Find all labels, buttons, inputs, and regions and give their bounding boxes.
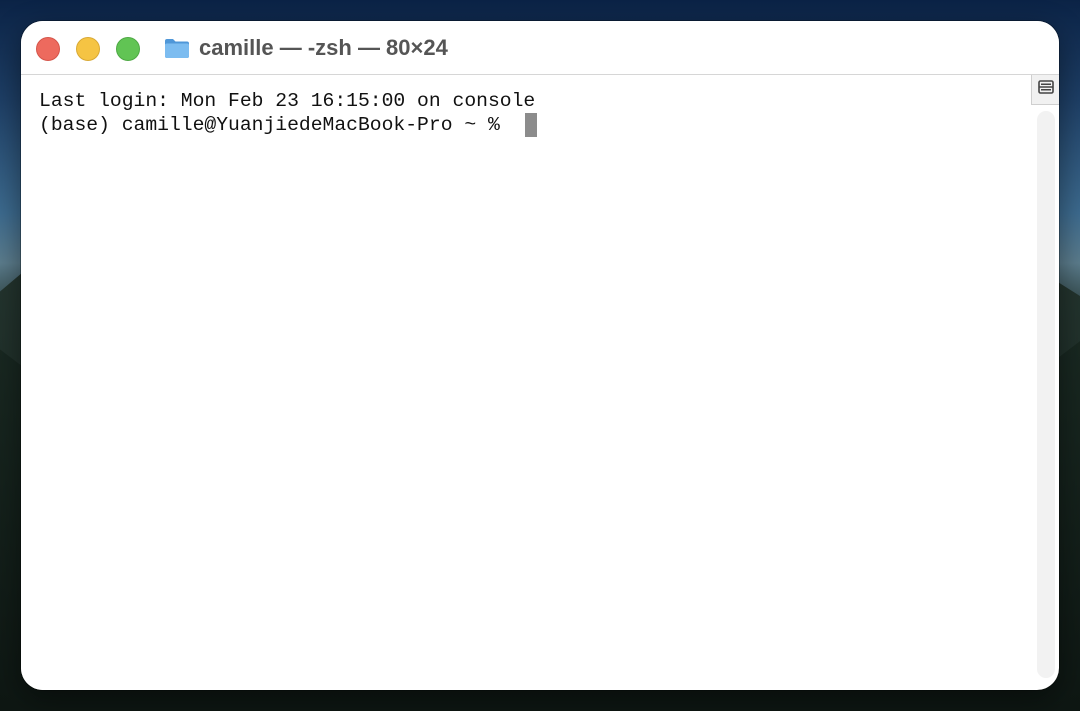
window-title-group: camille — -zsh — 80×24 [164, 34, 448, 62]
terminal-window[interactable]: camille — -zsh — 80×24 Last login: Mon F… [21, 21, 1059, 690]
terminal-line-prompt: (base) camille@YuanjiedeMacBook-Pro ~ % [39, 114, 512, 136]
terminal-line-last-login: Last login: Mon Feb 23 16:15:00 on conso… [39, 90, 536, 112]
split-pane-icon [1037, 80, 1054, 99]
folder-icon [164, 37, 190, 59]
minimize-button[interactable] [76, 37, 100, 61]
text-cursor [525, 113, 537, 137]
split-pane-button[interactable] [1031, 75, 1059, 105]
window-title: camille — -zsh — 80×24 [199, 35, 448, 60]
zoom-button[interactable] [116, 37, 140, 61]
title-bar[interactable]: camille — -zsh — 80×24 [21, 21, 1059, 75]
vertical-scrollbar[interactable] [1037, 111, 1055, 678]
terminal-output[interactable]: Last login: Mon Feb 23 16:15:00 on conso… [21, 75, 1031, 690]
close-button[interactable] [36, 37, 60, 61]
